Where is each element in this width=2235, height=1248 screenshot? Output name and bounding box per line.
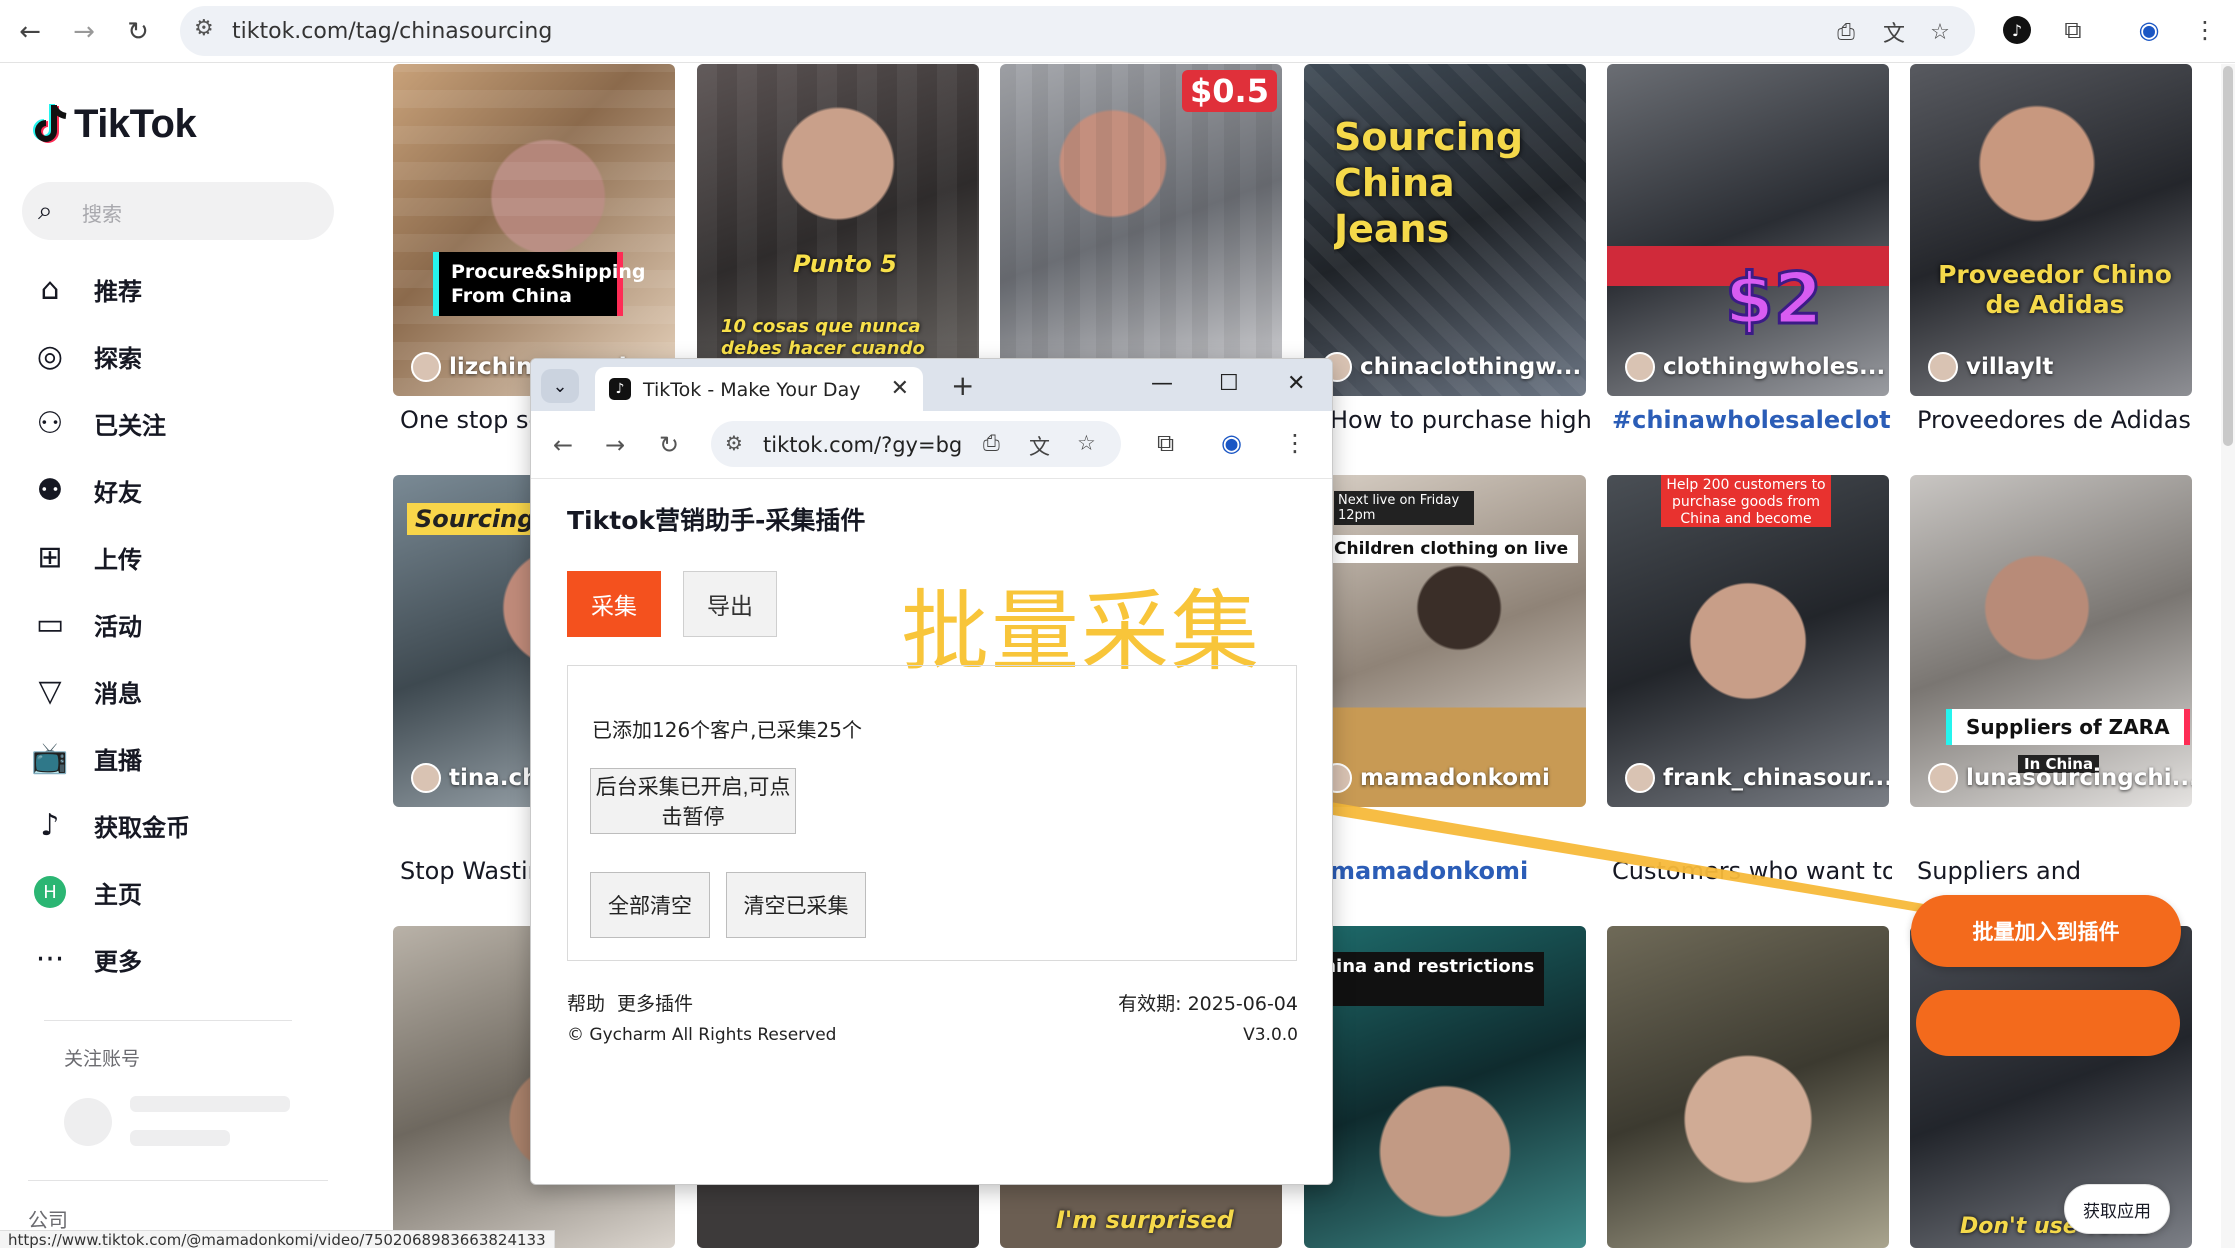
profile-icon[interactable]: ◉	[1221, 429, 1242, 457]
back-icon[interactable]: ←	[553, 431, 573, 459]
reload-icon[interactable]: ↻	[659, 431, 679, 459]
pause-collect-button[interactable]: 后台采集已开启,可点击暂停	[590, 768, 796, 834]
collect-status-text: 已添加126个客户,已采集25个	[592, 718, 862, 742]
forward-icon[interactable]: →	[605, 431, 625, 459]
extension-popup-window: ⌄ ♪ TikTok - Make Your Day ✕ + — ☐ ✕ ← →…	[530, 358, 1333, 1185]
tab-collect[interactable]: 采集	[567, 571, 661, 637]
close-tab-icon[interactable]: ✕	[891, 376, 909, 401]
site-info-icon[interactable]: ⚙	[725, 431, 743, 455]
blurred-orange-button[interactable]	[1916, 990, 2180, 1056]
translate-icon[interactable]: 文	[1029, 431, 1050, 461]
more-plugins-link[interactable]: 更多插件	[617, 989, 693, 1016]
minimize-icon[interactable]: —	[1151, 371, 1173, 396]
new-tab-icon[interactable]: +	[951, 369, 974, 402]
version: V3.0.0	[1243, 1025, 1298, 1045]
plugin-title: Tiktok营销助手-采集插件	[567, 506, 866, 535]
install-app-icon[interactable]: ⎙	[983, 431, 1000, 456]
popup-tab[interactable]: ♪ TikTok - Make Your Day ✕	[595, 367, 923, 411]
close-window-icon[interactable]: ✕	[1287, 371, 1305, 396]
collect-panel: 已添加126个客户,已采集25个 后台采集已开启,可点击暂停 全部清空 清空已采…	[567, 665, 1297, 961]
scrollbar-thumb[interactable]	[2223, 66, 2233, 446]
tiktok-favicon: ♪	[609, 378, 631, 400]
help-link[interactable]: 帮助	[567, 989, 605, 1016]
popup-url[interactable]: tiktok.com/?gy=bg	[763, 433, 962, 457]
extensions-icon[interactable]: ⧉	[1157, 429, 1174, 457]
bookmark-star-icon[interactable]: ☆	[1077, 431, 1096, 455]
popup-toolbar: ← → ↻ ⚙ tiktok.com/?gy=bg ⎙ 文 ☆ ⧉ ◉ ⋮	[531, 411, 1332, 479]
popup-tab-title: TikTok - Make Your Day	[643, 379, 861, 401]
popup-tabstrip: ⌄ ♪ TikTok - Make Your Day ✕ + — ☐ ✕	[531, 359, 1332, 411]
get-app-button[interactable]: 获取应用	[2064, 1184, 2170, 1234]
expiry-date: 有效期: 2025-06-04	[1118, 993, 1298, 1015]
clear-all-button[interactable]: 全部清空	[590, 872, 710, 938]
clear-collected-button[interactable]: 清空已采集	[726, 872, 866, 938]
tab-search-icon[interactable]: ⌄	[541, 369, 579, 403]
plugin-content: Tiktok营销助手-采集插件 采集 导出 批量采集 已添加126个客户,已采集…	[531, 479, 1332, 1184]
copyright: © Gycharm All Rights Reserved	[567, 1025, 837, 1045]
popup-address-bar[interactable]: ⚙ tiktok.com/?gy=bg ⎙ 文 ☆	[711, 421, 1121, 467]
batch-add-to-plugin-button[interactable]: 批量加入到插件	[1911, 895, 2181, 967]
status-bar-url: https://www.tiktok.com/@mamadonkomi/vide…	[0, 1230, 555, 1248]
menu-kebab-icon[interactable]: ⋮	[1283, 429, 1307, 457]
maximize-icon[interactable]: ☐	[1219, 371, 1239, 396]
tab-export[interactable]: 导出	[683, 571, 777, 637]
